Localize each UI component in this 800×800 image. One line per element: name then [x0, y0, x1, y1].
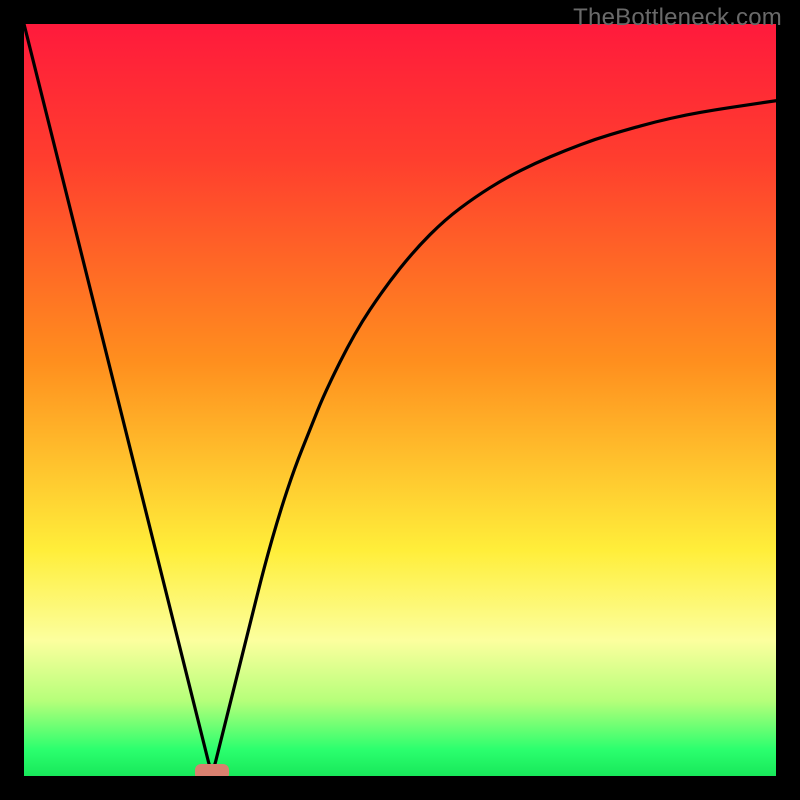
chart-svg	[24, 24, 776, 776]
optimal-marker	[195, 764, 229, 776]
brand-watermark: TheBottleneck.com	[573, 4, 782, 32]
gradient-background	[24, 24, 776, 776]
plot-area	[24, 24, 776, 776]
chart-frame: TheBottleneck.com	[0, 0, 800, 800]
